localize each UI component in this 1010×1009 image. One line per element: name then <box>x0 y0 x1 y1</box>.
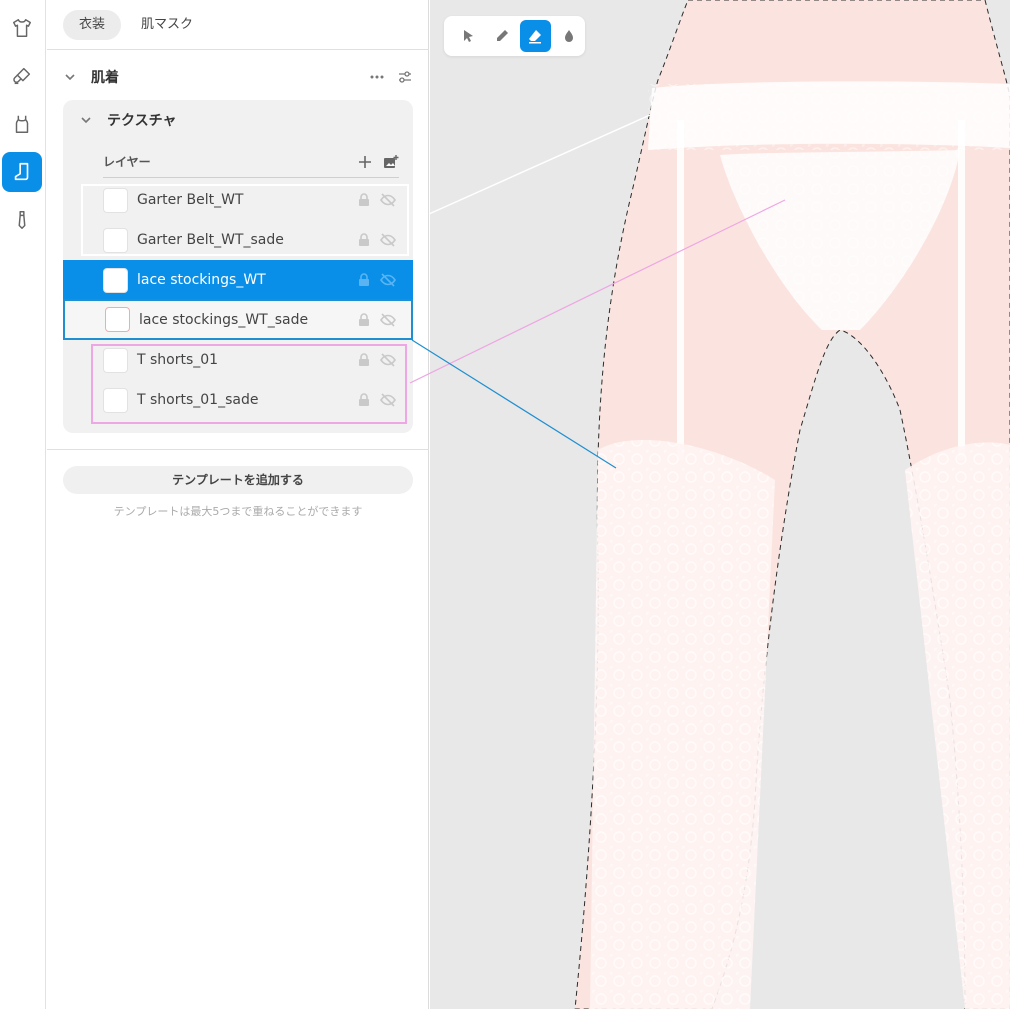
divider <box>47 449 429 450</box>
eye-off-icon[interactable] <box>379 231 397 249</box>
layer-name: Garter Belt_WT_sade <box>137 232 284 248</box>
eye-off-icon[interactable] <box>379 191 397 209</box>
editing-canvas[interactable] <box>430 0 1010 1009</box>
layer-thumbnail <box>103 227 128 253</box>
layer-name: T shorts_01_sade <box>137 392 259 408</box>
app-window: 衣装 肌マスク 肌着 テクスチャ レイヤー Garter Belt_WT Gar… <box>0 0 1010 1009</box>
canvas-toolbar <box>444 16 585 56</box>
eye-off-icon[interactable] <box>379 351 397 369</box>
layer-row[interactable]: T shorts_01_sade <box>63 380 413 420</box>
lock-icon[interactable] <box>357 353 371 367</box>
tie-icon <box>18 211 26 229</box>
rail-brush-button[interactable] <box>2 56 42 96</box>
layer-name: Garter Belt_WT <box>137 192 244 208</box>
eye-off-icon[interactable] <box>379 311 397 329</box>
layer-row[interactable]: Garter Belt_WT <box>63 180 413 220</box>
layer-thumbnail <box>103 387 128 413</box>
layer-name: lace stockings_WT <box>137 272 266 288</box>
pencil-tool-button[interactable] <box>486 20 518 52</box>
lock-icon[interactable] <box>357 233 371 247</box>
model-preview-image[interactable] <box>430 0 1010 1009</box>
rail-tie-button[interactable] <box>2 200 42 240</box>
panel-tabs: 衣装 肌マスク <box>63 10 209 40</box>
lock-icon[interactable] <box>357 193 371 207</box>
layers-header: レイヤー <box>103 146 399 178</box>
section-header[interactable]: 肌着 <box>63 64 413 90</box>
sock-icon <box>14 162 29 181</box>
plus-icon[interactable] <box>357 154 373 170</box>
layer-name: lace stockings_WT_sade <box>139 311 309 328</box>
shirt-icon <box>13 19 31 37</box>
paint-brush-icon <box>13 67 31 85</box>
chevron-down-icon[interactable] <box>79 113 93 127</box>
property-panel: 衣装 肌マスク 肌着 テクスチャ レイヤー Garter Belt_WT Gar… <box>47 0 429 1009</box>
lock-icon[interactable] <box>357 393 371 407</box>
layer-row-outlined[interactable]: lace stockings_WT_sade <box>63 299 413 340</box>
layers-label: レイヤー <box>103 155 151 169</box>
category-rail <box>0 0 46 1009</box>
layer-thumbnail <box>103 187 128 213</box>
more-icon[interactable] <box>369 69 385 85</box>
template-note: テンプレートは最大5つまで重ねることができます <box>113 505 363 518</box>
add-template-button[interactable]: テンプレートを追加する <box>63 466 413 494</box>
eye-off-icon[interactable] <box>379 391 397 409</box>
layer-thumbnail <box>103 347 128 373</box>
pencil-icon <box>496 30 508 41</box>
texture-card: テクスチャ レイヤー Garter Belt_WT Garter Belt_WT… <box>63 100 413 433</box>
layer-thumbnail <box>105 307 130 332</box>
lock-icon[interactable] <box>357 273 371 287</box>
chevron-down-icon[interactable] <box>63 70 77 84</box>
rail-shirt-button[interactable] <box>2 8 42 48</box>
divider <box>47 49 429 50</box>
layer-row-selected[interactable]: lace stockings_WT <box>63 260 413 300</box>
texture-header[interactable]: テクスチャ <box>79 108 176 132</box>
tab-costume[interactable]: 衣装 <box>63 10 122 40</box>
lock-icon[interactable] <box>357 312 371 327</box>
eraser-icon <box>529 30 542 44</box>
fill-tool-button[interactable] <box>553 20 585 52</box>
layer-row[interactable]: T shorts_01 <box>63 340 413 380</box>
eraser-tool-button[interactable] <box>519 20 552 52</box>
drop-icon <box>565 30 574 42</box>
rail-sock-button[interactable] <box>2 152 42 192</box>
section-title: 肌着 <box>91 70 119 86</box>
layer-row[interactable]: Garter Belt_WT_sade <box>63 220 413 260</box>
layer-thumbnail <box>103 267 128 293</box>
pointer-icon <box>463 30 473 42</box>
texture-title: テクスチャ <box>107 113 177 129</box>
select-tool-button[interactable] <box>452 20 484 52</box>
sliders-icon[interactable] <box>397 69 413 85</box>
add-image-icon[interactable] <box>383 154 399 170</box>
eye-off-icon[interactable] <box>379 271 397 289</box>
rail-tanktop-button[interactable] <box>2 104 42 144</box>
tab-skin-mask[interactable]: 肌マスク <box>125 10 209 40</box>
tank-top-icon <box>15 115 29 133</box>
layer-name: T shorts_01 <box>137 352 219 368</box>
